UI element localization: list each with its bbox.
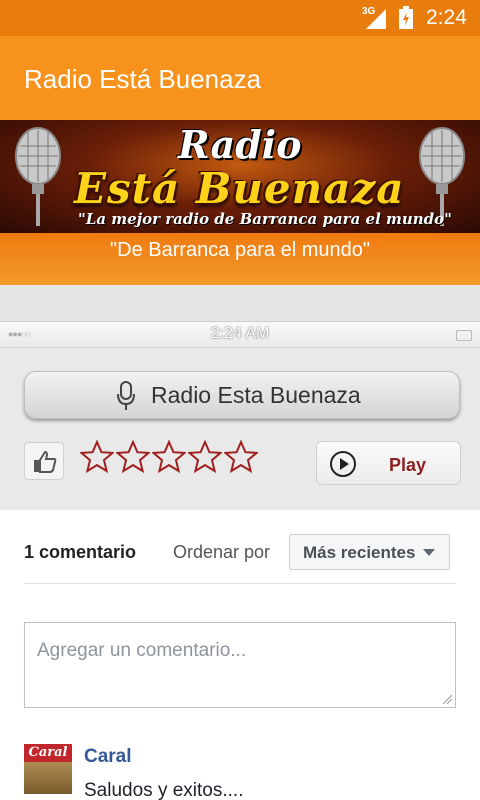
banner-tagline: "De Barranca para el mundo" — [110, 239, 370, 261]
avatar[interactable]: Caral — [24, 744, 72, 794]
thumbs-up-icon — [34, 450, 57, 473]
station-button-label: Radio Esta Buenaza — [151, 382, 361, 408]
play-icon — [330, 451, 356, 477]
sort-selected-value: Más recientes — [303, 543, 416, 562]
comment-input[interactable] — [25, 623, 455, 707]
star-icon[interactable] — [80, 440, 114, 474]
app-bar: Radio Está Buenaza — [0, 36, 480, 120]
comment-count: 1 comentario — [24, 542, 137, 562]
avatar-label: Caral — [24, 744, 72, 762]
signal-icon — [366, 9, 386, 29]
star-icon[interactable] — [188, 440, 222, 474]
star-icon[interactable] — [224, 440, 258, 474]
banner-radio-word: Radio — [178, 122, 302, 167]
sort-dropdown[interactable]: Más recientes — [289, 534, 450, 570]
comment-author[interactable]: Caral — [84, 746, 132, 768]
sort-label: Ordenar por — [173, 542, 271, 562]
status-bar: 3G 2:24 — [0, 0, 480, 36]
status-clock: 2:24 — [426, 6, 467, 29]
microphone-icon — [117, 381, 135, 410]
banner-station-name: Está Buenaza — [74, 164, 405, 213]
station-banner: Radio Está Buenaza "La mejor radio de Ba… — [0, 120, 480, 233]
chevron-down-icon — [423, 549, 435, 556]
play-button-label: Play — [389, 455, 427, 475]
station-button[interactable]: Radio Esta Buenaza — [24, 371, 460, 419]
comment-input-box[interactable] — [24, 622, 456, 708]
resize-grip-icon[interactable] — [443, 695, 452, 704]
star-icon[interactable] — [116, 440, 150, 474]
player-status-time: 2:24 AM — [210, 325, 270, 342]
star-icon[interactable] — [152, 440, 186, 474]
microphone-left-icon — [15, 127, 61, 226]
player-battery-icon — [456, 330, 472, 341]
play-button[interactable]: Play — [316, 441, 461, 485]
battery-charging-icon — [399, 6, 413, 29]
like-button[interactable] — [24, 442, 64, 480]
banner-slogan: "La mejor radio de Barranca para el mund… — [78, 210, 452, 228]
app-title: Radio Está Buenaza — [24, 64, 262, 94]
comment-item: Caral Caral Saludos y exitos.... — [24, 744, 456, 800]
player-status-bar: ●●●○○ 2:24 AM — [0, 322, 480, 348]
comment-text: Saludos y exitos.... — [84, 780, 244, 800]
divider-band — [0, 285, 480, 321]
tagline-strip: "De Barranca para el mundo" — [0, 233, 480, 285]
